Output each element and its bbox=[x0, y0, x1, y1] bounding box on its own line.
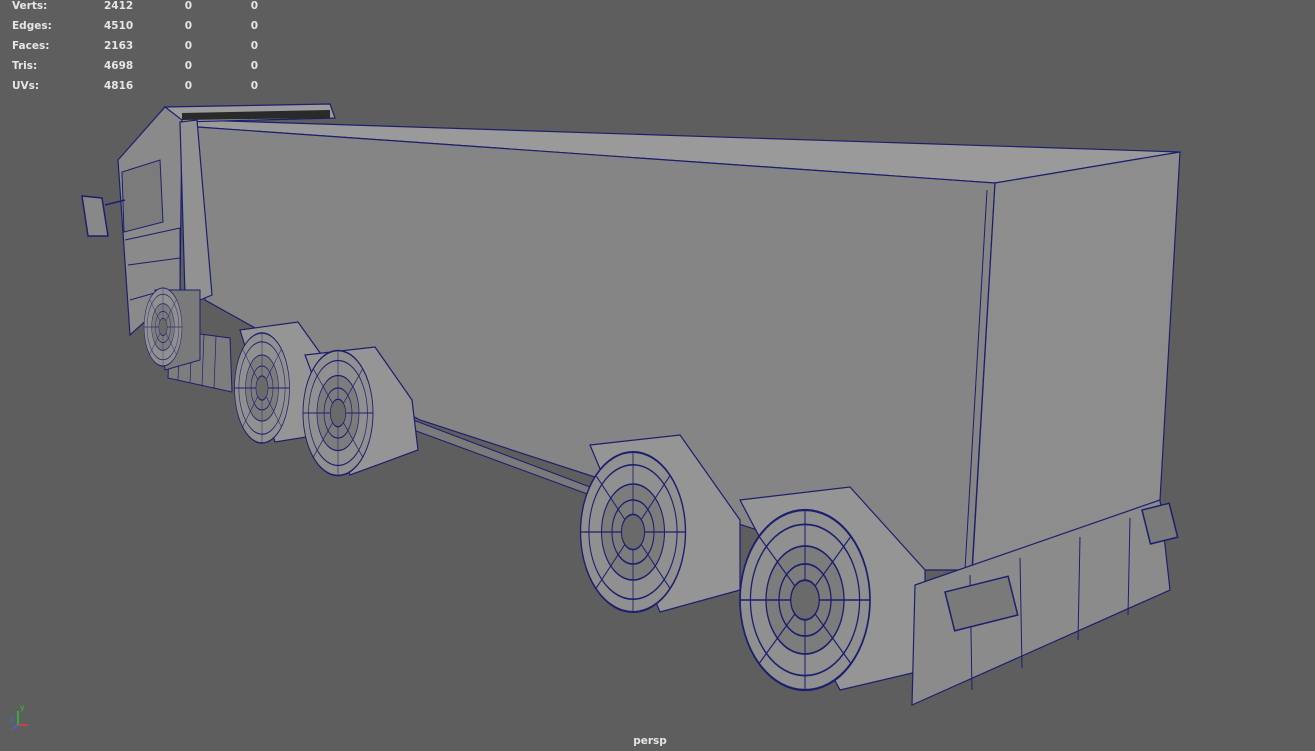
stat-value: 2412 bbox=[104, 0, 134, 12]
stat-value: 0 bbox=[184, 0, 192, 12]
stat-value: 0 bbox=[250, 0, 258, 12]
stat-value: 0 bbox=[184, 40, 192, 52]
stat-label: Faces: bbox=[12, 40, 50, 52]
hud-row-tris: Tris: 4698 0 0 bbox=[12, 60, 272, 80]
stat-label: Edges: bbox=[12, 20, 52, 32]
stat-value: 0 bbox=[250, 60, 258, 72]
poly-count-hud: Verts: 2412 0 0 Edges: 4510 0 0 Faces: 2… bbox=[12, 0, 272, 100]
stat-value: 4510 bbox=[104, 20, 134, 32]
axis-label-z: z bbox=[9, 715, 14, 724]
stat-value: 0 bbox=[250, 20, 258, 32]
stat-label: Verts: bbox=[12, 0, 48, 12]
stat-value: 4698 bbox=[104, 60, 134, 72]
hud-row-faces: Faces: 2163 0 0 bbox=[12, 40, 272, 60]
stat-value: 0 bbox=[184, 60, 192, 72]
stat-label: UVs: bbox=[12, 80, 40, 92]
hud-row-verts: Verts: 2412 0 0 bbox=[12, 0, 272, 20]
stat-value: 4816 bbox=[104, 80, 134, 92]
wheel-front[interactable] bbox=[143, 287, 201, 371]
stat-value: 0 bbox=[250, 80, 258, 92]
stat-value: 0 bbox=[184, 80, 192, 92]
hud-row-uvs: UVs: 4816 0 0 bbox=[12, 80, 272, 100]
stat-value: 0 bbox=[250, 40, 258, 52]
axis-label-y: y bbox=[20, 703, 25, 712]
viewport-3d[interactable] bbox=[0, 0, 1315, 751]
side-mirror[interactable] bbox=[81, 195, 126, 237]
stat-value: 2163 bbox=[104, 40, 134, 52]
camera-name-label: persp bbox=[633, 735, 667, 747]
axis-gizmo-icon: y z bbox=[6, 703, 30, 729]
stat-value: 0 bbox=[184, 20, 192, 32]
stat-label: Tris: bbox=[12, 60, 38, 72]
hud-row-edges: Edges: 4510 0 0 bbox=[12, 20, 272, 40]
